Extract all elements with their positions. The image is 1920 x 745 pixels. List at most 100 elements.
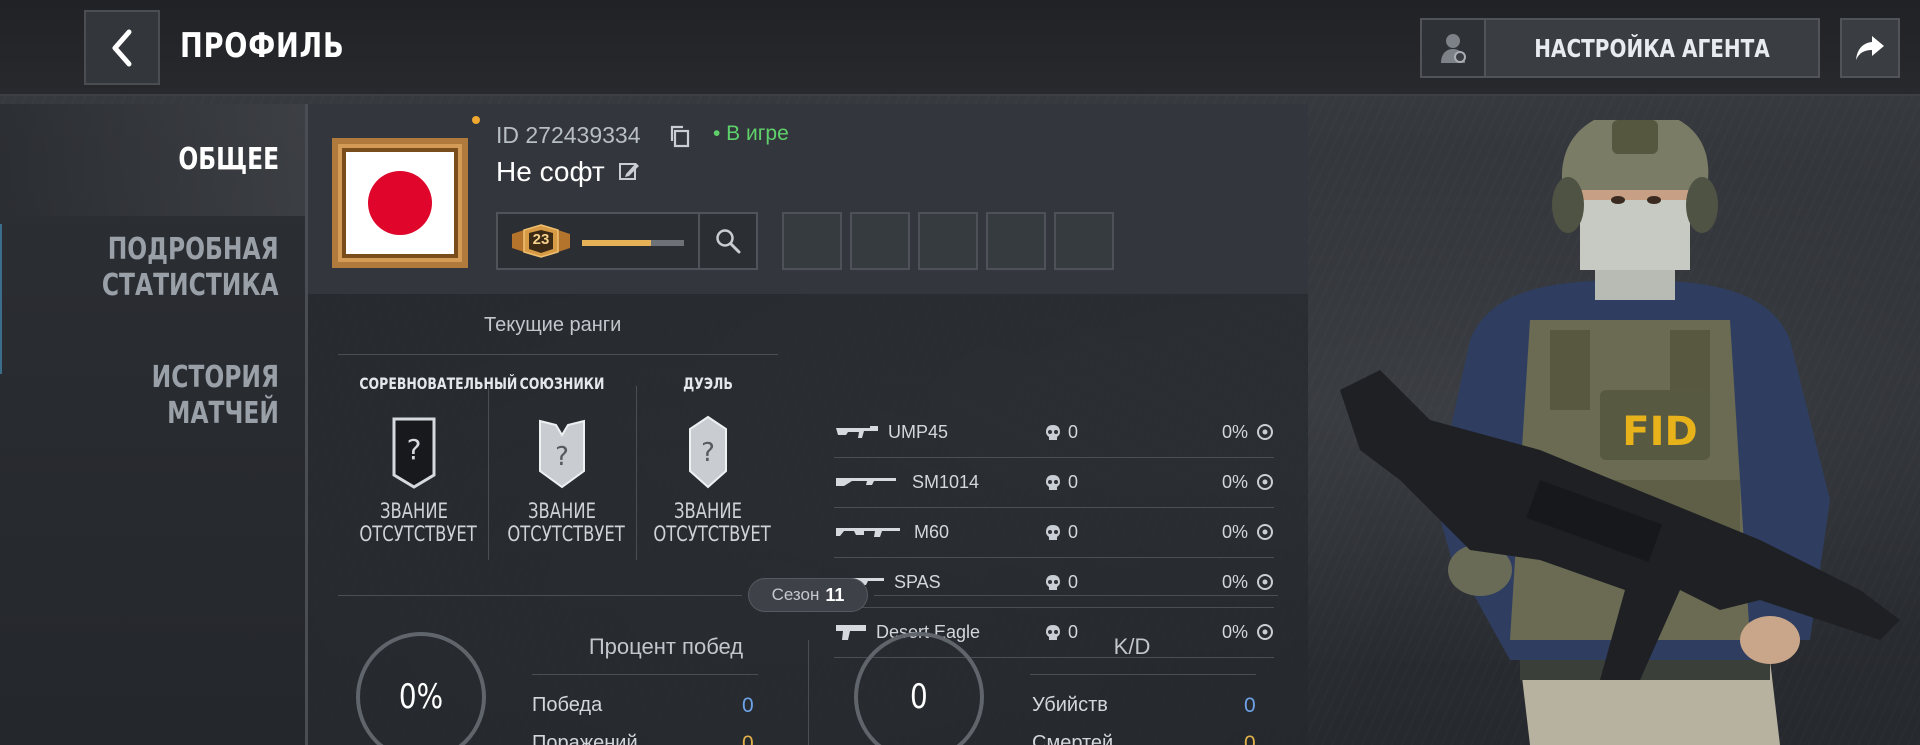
badge-slot-1[interactable] — [782, 212, 842, 270]
winrate-ring: 0% — [356, 632, 486, 745]
level-number: 23 — [532, 231, 550, 248]
weapon-name: SM1014 — [912, 472, 980, 492]
deaths-label: Смертей — [1032, 732, 1114, 745]
rank-status-line2: ОТСУТСТВУЕТ — [653, 522, 771, 546]
kd-divider — [1030, 674, 1256, 675]
losses-label: Поражений — [532, 732, 638, 745]
badge-slot-4[interactable] — [986, 212, 1046, 270]
rank-status-line2: ОТСУТСТВУЕТ — [359, 522, 477, 546]
japan-flag-icon — [368, 171, 432, 235]
online-status: • В игре — [713, 122, 789, 145]
wins-label: Победа — [532, 694, 603, 716]
sidebar-item-match-history[interactable]: ИСТОРИЯ МАТЧЕЙ — [61, 360, 279, 432]
level-progress: 23 — [496, 212, 758, 270]
agent-settings-label: НАСТРОЙКА АГЕНТА — [1534, 33, 1770, 63]
weapon-headshot-pct: 0% — [1222, 572, 1249, 592]
vest-label: FID — [1622, 409, 1697, 455]
weapon-name: M60 — [914, 522, 950, 542]
rank-duel[interactable]: ДУЭЛЬ ? ЗВАНИЕ ОТСУТСТВУЕТ — [638, 374, 778, 546]
kd-value: 0 — [910, 677, 928, 717]
sidebar-scroll-indicator — [0, 224, 12, 374]
sidebar: ОБЩЕЕ ПОДРОБНАЯ СТАТИСТИКА ИСТОРИЯ МАТЧЕ… — [0, 104, 308, 745]
ranks-title: Текущие ранги — [484, 314, 622, 336]
weapon-headshot-pct: 0% — [1222, 522, 1249, 542]
copy-icon[interactable] — [668, 124, 692, 153]
xp-bar-fill — [582, 240, 652, 246]
weapon-headshot-pct: 0% — [1222, 472, 1249, 492]
rank-status-line1: ЗВАНИЕ — [380, 499, 448, 523]
skull-icon — [1046, 525, 1060, 540]
winrate-value: 0% — [398, 677, 444, 717]
winrate-divider — [532, 674, 758, 675]
share-arrow-icon — [1856, 36, 1884, 60]
rank-unknown-icon: ? — [539, 419, 585, 489]
profile-header: ID 272439334 • В игре Не софт 23 — [308, 104, 1308, 294]
rank-unknown-icon: ? — [392, 417, 436, 489]
skull-icon — [1046, 425, 1060, 440]
chevron-left-icon — [112, 29, 132, 66]
winrate-title: Процент побед — [588, 634, 744, 659]
notification-dot — [472, 116, 480, 124]
rank-col-divider-2 — [636, 386, 637, 560]
smg-icon — [836, 426, 878, 438]
ranks-divider — [338, 354, 778, 355]
skull-icon — [1046, 575, 1060, 590]
edit-nickname-icon[interactable] — [618, 160, 640, 187]
weapon-headshot-pct: 0% — [1222, 422, 1249, 442]
sidebar-item-general[interactable]: ОБЩЕЕ — [178, 142, 279, 178]
machine-gun-icon — [836, 528, 900, 537]
season-label: Сезон — [771, 585, 820, 604]
avatar[interactable] — [332, 138, 468, 268]
badge-slot-5[interactable] — [1054, 212, 1114, 270]
main-panel: ID 272439334 • В игре Не софт 23 Текущие… — [308, 104, 1308, 745]
headshot-icon — [1257, 474, 1273, 490]
rank-competitive[interactable]: СОРЕВНОВАТЕЛЬНЫЙ ? ЗВАНИЕ ОТСУТСТВУЕТ — [344, 374, 517, 546]
weapon-kills: 0 — [1068, 422, 1079, 442]
deaths-value: 0 — [1244, 732, 1256, 745]
weapon-kills: 0 — [1068, 572, 1079, 592]
kd-title: K/D — [1113, 634, 1151, 659]
level-search-button[interactable] — [698, 214, 756, 268]
weapon-name: UMP45 — [888, 422, 949, 442]
weapon-row-sm1014[interactable]: SM1014 0 0% — [834, 458, 1274, 508]
rank-name: ДУЭЛЬ — [683, 374, 733, 393]
headshot-icon — [1257, 424, 1273, 440]
headshot-icon — [1257, 524, 1273, 540]
sidebar-item-detailed-stats[interactable]: ПОДРОБНАЯ СТАТИСТИКА — [102, 232, 279, 304]
season-divider-right — [874, 595, 1278, 596]
back-button[interactable] — [84, 10, 160, 85]
badge-slot-3[interactable] — [918, 212, 978, 270]
losses-value: 0 — [742, 732, 754, 745]
rank-allies[interactable]: СОЮЗНИКИ ? ЗВАНИЕ ОТСУТСТВУЕТ — [492, 374, 632, 546]
season-selector[interactable]: Сезон 11 — [748, 578, 868, 612]
rank-status-line2: ОТСУТСТВУЕТ — [507, 522, 625, 546]
svg-text:?: ? — [407, 433, 422, 466]
agent-gear-icon — [1422, 20, 1486, 76]
weapon-kills: 0 — [1068, 472, 1079, 492]
kills-label: Убийств — [1032, 694, 1108, 716]
badge-slot-2[interactable] — [850, 212, 910, 270]
weapon-row-spas[interactable]: SPAS 0 0% — [834, 558, 1274, 608]
agent-character[interactable]: FID — [1340, 120, 1920, 745]
headshot-icon — [1257, 574, 1273, 590]
kills-value: 0 — [1244, 694, 1256, 717]
page-title: ПРОФИЛЬ — [180, 26, 345, 66]
agent-settings-button[interactable]: НАСТРОЙКА АГЕНТА — [1420, 18, 1820, 78]
rank-status-line1: ЗВАНИЕ — [528, 499, 596, 523]
season-divider-left — [338, 595, 742, 596]
stats-divider — [808, 640, 809, 745]
weapon-row-m60[interactable]: M60 0 0% — [834, 508, 1274, 558]
shotgun-icon — [836, 478, 896, 486]
rank-name: СОЮЗНИКИ — [519, 374, 605, 393]
weapon-name: SPAS — [894, 572, 941, 592]
share-button[interactable] — [1840, 18, 1900, 78]
xp-bar — [582, 240, 684, 246]
weapon-row-ump45[interactable]: UMP45 0 0% — [834, 408, 1274, 458]
svg-text:?: ? — [701, 438, 715, 468]
rank-col-divider-1 — [488, 386, 489, 560]
season-number: 11 — [825, 584, 845, 605]
level-badge: 23 — [510, 224, 572, 263]
rank-unknown-icon: ? — [689, 415, 727, 489]
wins-value: 0 — [742, 694, 754, 717]
svg-text:?: ? — [555, 442, 569, 472]
